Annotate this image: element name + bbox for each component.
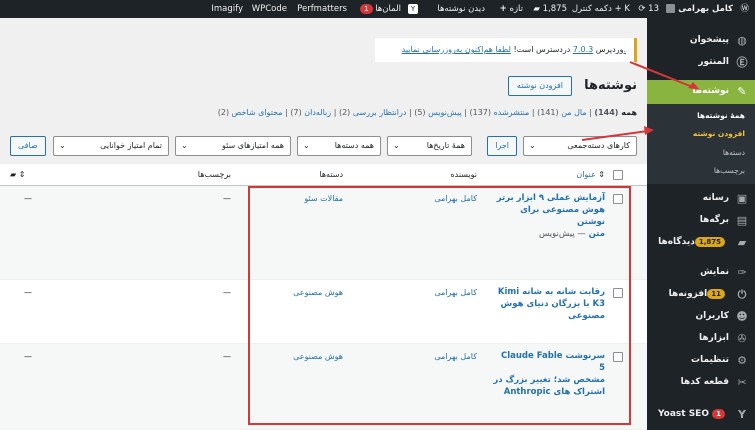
seo-score-filter-select[interactable]: ⌄ همه امتیازهای سئو: [175, 136, 291, 156]
column-categories: دسته‌ها: [319, 170, 343, 179]
wpcode-link[interactable]: WPCode: [252, 0, 287, 18]
sidebar-item-posts[interactable]: ✎ نوشته‌ها: [647, 80, 755, 104]
yoast-icon: Y: [408, 3, 418, 14]
column-tags: برچسب‌ها: [197, 170, 231, 179]
dashboard-icon: ◍: [737, 34, 747, 47]
pin-icon: ✎: [737, 85, 747, 98]
new-content-link[interactable]: + تازه: [500, 0, 523, 18]
select-all-checkbox[interactable]: [613, 170, 623, 180]
sidebar-item-settings[interactable]: ⚙ تنظیمات: [647, 350, 755, 372]
code-icon: ✂: [737, 376, 747, 389]
site-home-icon: [666, 4, 676, 13]
sort-icon: ⇕: [598, 170, 605, 179]
version-link[interactable]: 7.0.3: [573, 45, 593, 54]
category-filter-select[interactable]: ⌄ همه دسته‌ها: [297, 136, 381, 156]
column-title[interactable]: عنوان ⇕: [576, 170, 605, 179]
plugins-count-badge: 11: [707, 289, 725, 299]
submenu-add-post[interactable]: افزودن نوشته: [693, 129, 745, 138]
submenu-categories[interactable]: دسته‌ها: [723, 148, 745, 157]
settings-icon: ⚙: [737, 354, 747, 367]
sidebar-item-comments[interactable]: ▰ دیدگاه‌ها 1,875: [647, 232, 755, 254]
site-name-link[interactable]: کامل بهرامی: [666, 0, 733, 18]
comment-bubble-icon: ▰: [10, 170, 17, 179]
updates-icon: ⟳: [638, 4, 646, 14]
comments-count-badge: 1,875: [694, 237, 725, 247]
view-pending[interactable]: درانتظار بررسی (2): [339, 108, 406, 117]
comments-cell: —: [24, 194, 32, 203]
view-drafts[interactable]: پیش‌نویس (5): [414, 108, 462, 117]
chevron-down-icon: ⌄: [59, 141, 66, 150]
status-filter-links: همه (144) | مال من (141) | منتشرشده (137…: [217, 108, 637, 117]
chevron-down-icon: ⌄: [181, 141, 188, 150]
media-icon: ▣: [736, 192, 748, 205]
appearance-icon: ✑: [737, 266, 747, 279]
yoast-icon: Y: [738, 408, 746, 421]
apply-bulk-button[interactable]: اجرا: [487, 136, 517, 156]
comment-icon: ▰: [533, 4, 540, 14]
date-filter-select[interactable]: ⌄ همهٔ تاریخ‌ها: [387, 136, 472, 156]
posts-submenu: همهٔ نوشته‌ها افزودن نوشته دسته‌ها برچسب…: [647, 104, 755, 184]
wordpress-logo-icon[interactable]: Ⓦ: [740, 0, 749, 18]
sidebar-item-pages[interactable]: ▤ برگه‌ها: [647, 210, 755, 232]
chevron-down-icon: ⌄: [393, 141, 400, 150]
readability-filter-select[interactable]: ⌄ تمام امتیاز خوانایی: [53, 136, 169, 156]
tags-cell: —: [223, 352, 231, 361]
sidebar-item-elementor[interactable]: Ⓔ المنتور: [647, 52, 755, 74]
add-new-post-button[interactable]: افزودن نوشته: [507, 76, 572, 96]
bulk-actions-select[interactable]: ⌄ کارهای دسته‌جمعی: [523, 136, 637, 156]
sidebar-item-dashboard[interactable]: ◍ پیشخوان: [647, 30, 755, 52]
imagify-link[interactable]: Imagify: [211, 0, 243, 18]
page-title: نوشته‌ها: [584, 78, 637, 93]
chevron-down-icon: ⌄: [303, 141, 310, 150]
comments-icon: ▰: [737, 236, 747, 249]
tags-cell: —: [223, 288, 231, 297]
filter-button[interactable]: صافی: [10, 136, 46, 156]
sidebar-item-tools[interactable]: ✇ ابزارها: [647, 328, 755, 350]
elementor-icon: Ⓔ: [736, 56, 748, 69]
chevron-down-icon: ⌄: [529, 141, 536, 150]
posts-table-header: عنوان ⇕ نویسنده دسته‌ها برچسب‌ها ▰ ⇕: [0, 164, 647, 186]
plus-icon: +: [499, 4, 507, 14]
column-comments[interactable]: ▰ ⇕: [10, 170, 25, 179]
yoast-count-badge: 1: [712, 409, 725, 419]
tags-cell: —: [223, 194, 231, 203]
sidebar-item-media[interactable]: ▣ رسانه: [647, 188, 755, 210]
tools-icon: ✇: [737, 332, 747, 345]
view-trash[interactable]: زباله‌دان (7): [290, 108, 331, 117]
submenu-tags[interactable]: برچسب‌ها: [714, 166, 745, 175]
comments-link[interactable]: ▰ 1,875: [533, 0, 567, 18]
sort-icon: ⇕: [18, 170, 26, 179]
elementor-menu[interactable]: 1 المان‌ها: [360, 0, 401, 18]
admin-sidebar: ◍ پیشخوان Ⓔ المنتور ✎ نوشته‌ها همهٔ نوشت…: [647, 18, 755, 430]
updates-link[interactable]: ⟳ 13: [638, 0, 659, 18]
sidebar-item-appearance[interactable]: ✑ نمایش: [647, 262, 755, 284]
view-mine[interactable]: مال من (141): [537, 108, 587, 117]
comments-cell: —: [24, 288, 32, 297]
view-all[interactable]: همه (144): [594, 108, 637, 117]
sidebar-item-plugins[interactable]: ⏻ افزونه‌ها 11: [647, 284, 755, 306]
users-icon: ☻: [736, 310, 748, 323]
sidebar-item-yoast[interactable]: Y Yoast SEO 1: [647, 404, 755, 426]
yoast-menu[interactable]: Y: [408, 0, 418, 18]
pages-icon: ▤: [736, 214, 748, 227]
view-published[interactable]: منتشرشده (137): [469, 108, 529, 117]
update-notice: وردپرس 7.0.3 دردسترس است! لطفا هم‌اکنون …: [375, 38, 637, 62]
control-menu[interactable]: دکمه کنترل + K: [572, 0, 630, 18]
submenu-all-posts[interactable]: همهٔ نوشته‌ها: [697, 111, 745, 120]
admin-bar: Ⓦ کامل بهرامی ⟳ 13 دکمه کنترل + K ▰ 1,87…: [0, 0, 755, 18]
view-cornerstone[interactable]: محتوای شاخص (2): [218, 108, 283, 117]
view-posts-link[interactable]: دیدن نوشته‌ها: [437, 0, 485, 18]
perfmatters-link[interactable]: Perfmatters: [297, 0, 347, 18]
column-author: نویسنده: [450, 170, 477, 179]
highlight-box: [248, 186, 631, 425]
plugins-icon: ⏻: [737, 288, 747, 301]
comments-cell: —: [24, 352, 32, 361]
sidebar-item-code-snippets[interactable]: ✂ قطعه کدها: [647, 372, 755, 394]
sidebar-item-users[interactable]: ☻ کاربران: [647, 306, 755, 328]
